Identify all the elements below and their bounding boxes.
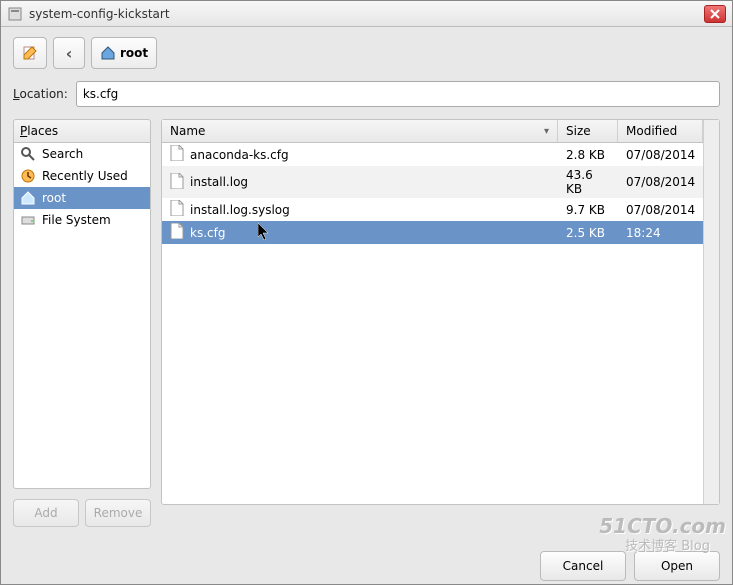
places-buttons: Add Remove [13, 499, 151, 527]
file-modified: 18:24 [618, 224, 703, 242]
file-modified: 07/08/2014 [618, 146, 703, 164]
sidebar-item-label: Search [42, 147, 83, 161]
file-modified: 07/08/2014 [618, 173, 703, 191]
back-button[interactable]: ‹ [53, 37, 85, 69]
file-size: 9.7 KB [558, 201, 618, 219]
location-label: Location: [13, 87, 68, 101]
file-rows: anaconda-ks.cfg2.8 KB07/08/2014install.l… [162, 143, 703, 244]
titlebar: system-config-kickstart [1, 1, 732, 27]
open-button[interactable]: Open [634, 551, 720, 581]
sidebar-item-label: root [42, 191, 66, 205]
home-icon [20, 190, 36, 206]
home-icon [100, 45, 116, 61]
column-modified[interactable]: Modified [618, 120, 703, 142]
file-row[interactable]: anaconda-ks.cfg 2.8 KB07/08/2014 [162, 143, 703, 166]
file-icon [170, 200, 184, 219]
path-segment-root[interactable]: root [91, 37, 157, 69]
file-icon [170, 145, 184, 164]
file-modified: 07/08/2014 [618, 201, 703, 219]
places-header[interactable]: Places [13, 119, 151, 143]
sidebar-item-search[interactable]: Search [14, 143, 150, 165]
add-place-button[interactable]: Add [13, 499, 79, 527]
window-title: system-config-kickstart [29, 7, 704, 21]
file-size: 43.6 KB [558, 166, 618, 198]
sort-indicator-icon: ▾ [544, 126, 549, 137]
column-name[interactable]: Name▾ [162, 120, 558, 142]
sidebar-item-root[interactable]: root [14, 187, 150, 209]
file-list: Name▾ Size Modified anaconda-ks.cfg 2.8 K… [161, 119, 720, 505]
file-name: anaconda-ks.cfg [190, 148, 289, 162]
close-button[interactable] [704, 5, 726, 23]
toolbar: ‹ root [13, 37, 720, 69]
file-name: install.log.syslog [190, 203, 290, 217]
file-size: 2.8 KB [558, 146, 618, 164]
remove-place-button[interactable]: Remove [85, 499, 151, 527]
drive-icon [20, 212, 36, 228]
places-list: Search Recently Used root File System [13, 143, 151, 489]
sidebar: Places Search Recently Used root File Sy… [13, 119, 151, 527]
sidebar-item-recent[interactable]: Recently Used [14, 165, 150, 187]
path-label: root [120, 46, 148, 60]
edit-location-button[interactable] [13, 37, 47, 69]
cancel-button[interactable]: Cancel [540, 551, 626, 581]
chevron-left-icon: ‹ [66, 44, 73, 63]
column-headers: Name▾ Size Modified [162, 120, 703, 143]
sidebar-item-filesystem[interactable]: File System [14, 209, 150, 231]
app-icon [7, 6, 23, 22]
file-icon [170, 173, 184, 192]
sidebar-item-label: Recently Used [42, 169, 128, 183]
dialog-buttons: Cancel Open [1, 537, 732, 581]
location-input[interactable] [76, 81, 720, 107]
column-size[interactable]: Size [558, 120, 618, 142]
file-size: 2.5 KB [558, 224, 618, 242]
search-icon [20, 146, 36, 162]
file-row[interactable]: install.log 43.6 KB07/08/2014 [162, 166, 703, 198]
dialog-content: ‹ root Location: Places Search Recently … [1, 27, 732, 537]
file-row[interactable]: install.log.syslog 9.7 KB07/08/2014 [162, 198, 703, 221]
clock-icon [20, 168, 36, 184]
file-icon [170, 223, 184, 242]
scrollbar[interactable] [703, 120, 719, 504]
sidebar-item-label: File System [42, 213, 111, 227]
file-name: install.log [190, 175, 248, 189]
file-pane: Name▾ Size Modified anaconda-ks.cfg 2.8 K… [161, 119, 720, 527]
file-row[interactable]: ks.cfg 2.5 KB18:24 [162, 221, 703, 244]
main-area: Places Search Recently Used root File Sy… [13, 119, 720, 527]
file-name: ks.cfg [190, 226, 225, 240]
location-row: Location: [13, 81, 720, 107]
